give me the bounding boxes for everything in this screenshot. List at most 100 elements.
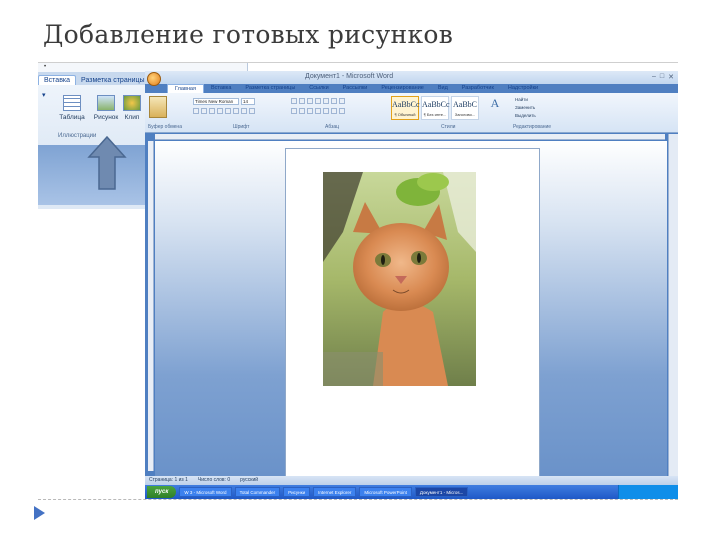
picture-button[interactable]: Рисунок: [92, 95, 120, 121]
word-titlebar: Документ1 - Microsoft Word – □ ✕: [145, 71, 678, 86]
style-heading[interactable]: AaBbC Заголово...: [451, 96, 479, 120]
bullets-button[interactable]: [291, 98, 297, 104]
editing-group-label: Редактирование: [513, 124, 552, 130]
inset-tab-layout[interactable]: Разметка страницы: [76, 76, 150, 85]
tab-mailings[interactable]: Рассылки: [336, 84, 375, 93]
superscript-button[interactable]: [233, 108, 239, 114]
style-heading-sample: AaBbC: [453, 100, 477, 109]
style-no-spacing[interactable]: AaBbCc ¶ Без инте...: [421, 96, 450, 120]
highlight-button[interactable]: [241, 108, 247, 114]
taskbar-item[interactable]: Microsoft PowerPoint: [359, 487, 412, 497]
align-right-button[interactable]: [307, 108, 313, 114]
paragraph-buttons-top: [291, 98, 345, 104]
tab-home[interactable]: Главная: [167, 84, 204, 93]
justify-button[interactable]: [315, 108, 321, 114]
tab-references[interactable]: Ссылки: [302, 84, 335, 93]
window-controls: – □ ✕: [652, 73, 674, 81]
table-icon: [63, 95, 81, 111]
style-heading-label: Заголово...: [454, 112, 476, 117]
font-color-button[interactable]: [249, 108, 255, 114]
font-group-label: Шрифт: [233, 124, 250, 130]
status-bar: Страница: 1 из 1 Число слов: 0 русский: [145, 476, 678, 485]
font-size-select[interactable]: 14: [241, 98, 255, 105]
underline-button[interactable]: [209, 108, 215, 114]
taskbar: пуск W 3 - Microsoft Word Total Commande…: [145, 485, 678, 499]
bold-button[interactable]: [193, 108, 199, 114]
word-tab-bar: Главная Вставка Разметка страницы Ссылки…: [167, 84, 545, 93]
clipart-icon: [123, 95, 141, 111]
multilevel-button[interactable]: [307, 98, 313, 104]
subscript-button[interactable]: [225, 108, 231, 114]
paragraph-buttons-bottom: [291, 108, 345, 114]
status-language[interactable]: русский: [240, 476, 258, 485]
font-name-select[interactable]: Times New Roman: [193, 98, 239, 105]
select-button[interactable]: Выделить: [515, 112, 536, 120]
tab-developer[interactable]: Разработчик: [455, 84, 501, 93]
tab-insert[interactable]: Вставка: [204, 84, 238, 93]
bullet-triangle-icon: [34, 506, 45, 520]
window-title: Документ1 - Microsoft Word: [305, 73, 394, 80]
inset-tab-insert[interactable]: Вставка: [38, 75, 77, 85]
style-normal[interactable]: AaBbCc ¶ Обычный: [391, 96, 420, 120]
clipart-button[interactable]: Клип: [118, 95, 146, 121]
maximize-icon[interactable]: □: [660, 73, 664, 81]
bottom-divider: [38, 499, 678, 500]
taskbar-item[interactable]: Документ1 - Micros...: [414, 487, 469, 497]
numbering-button[interactable]: [299, 98, 305, 104]
paragraph-group-label: Абзац: [325, 124, 340, 130]
start-button[interactable]: пуск: [147, 486, 177, 498]
tab-layout[interactable]: Разметка страницы: [238, 84, 302, 93]
increase-indent-button[interactable]: [323, 98, 329, 104]
picture-icon: [97, 95, 115, 111]
inset-dropdown-arrow[interactable]: ▾: [42, 91, 46, 99]
close-icon[interactable]: ✕: [668, 73, 674, 81]
align-left-button[interactable]: [291, 108, 297, 114]
office-button[interactable]: [147, 72, 161, 86]
taskbar-item[interactable]: W 3 - Microsoft Word: [179, 487, 232, 497]
taskbar-item[interactable]: Рисунки: [283, 487, 311, 497]
clipboard-group-label: Буфер обмена: [148, 124, 182, 130]
minimize-icon[interactable]: –: [652, 73, 656, 81]
style-normal-sample: AaBbCc: [392, 100, 420, 109]
tab-view[interactable]: Вид: [431, 84, 455, 93]
picture-button-label: Рисунок: [93, 114, 119, 121]
change-styles-button[interactable]: A: [485, 96, 505, 120]
style-no-spacing-label: ¶ Без инте...: [423, 112, 447, 117]
slide-title: Добавление готовых рисунков: [43, 20, 454, 49]
styles-group-label: Стили: [441, 124, 456, 130]
editing-buttons: Найти Заменить Выделить: [515, 96, 536, 120]
tab-review[interactable]: Рецензирование: [374, 84, 430, 93]
tab-addins[interactable]: Надстройки: [501, 84, 545, 93]
paste-button[interactable]: [149, 96, 167, 118]
clipart-button-label: Клип: [124, 114, 140, 121]
document-page[interactable]: [285, 148, 540, 478]
style-normal-label: ¶ Обычный: [394, 112, 416, 117]
horizontal-ruler[interactable]: [155, 134, 665, 140]
strikethrough-button[interactable]: [217, 108, 223, 114]
taskbar-item[interactable]: Total Commander: [234, 487, 281, 497]
align-center-button[interactable]: [299, 108, 305, 114]
pointer-arrow-icon: [87, 135, 127, 190]
status-words[interactable]: Число слов: 0: [198, 476, 230, 485]
status-page[interactable]: Страница: 1 из 1: [149, 476, 188, 485]
find-button[interactable]: Найти: [515, 96, 536, 104]
italic-button[interactable]: [201, 108, 207, 114]
style-no-spacing-sample: AaBbCc: [422, 100, 450, 109]
decrease-indent-button[interactable]: [315, 98, 321, 104]
system-tray: [618, 485, 678, 499]
word-window: Документ1 - Microsoft Word – □ ✕ Главная…: [145, 71, 678, 499]
word-ribbon: Буфер обмена Times New Roman 14 Шрифт Аб…: [145, 93, 678, 133]
vertical-scrollbar[interactable]: [668, 134, 678, 476]
table-button[interactable]: Таблица: [58, 95, 86, 121]
font-format-buttons: [193, 108, 255, 114]
table-button-label: Таблица: [59, 114, 85, 121]
replace-button[interactable]: Заменить: [515, 104, 536, 112]
show-marks-button[interactable]: [339, 98, 345, 104]
line-spacing-button[interactable]: [323, 108, 329, 114]
shading-button[interactable]: [331, 108, 337, 114]
sort-button[interactable]: [331, 98, 337, 104]
borders-button[interactable]: [339, 108, 345, 114]
vertical-ruler[interactable]: [148, 141, 154, 471]
taskbar-item[interactable]: Internet Explorer: [313, 487, 357, 497]
kitten-photo[interactable]: [323, 172, 476, 386]
